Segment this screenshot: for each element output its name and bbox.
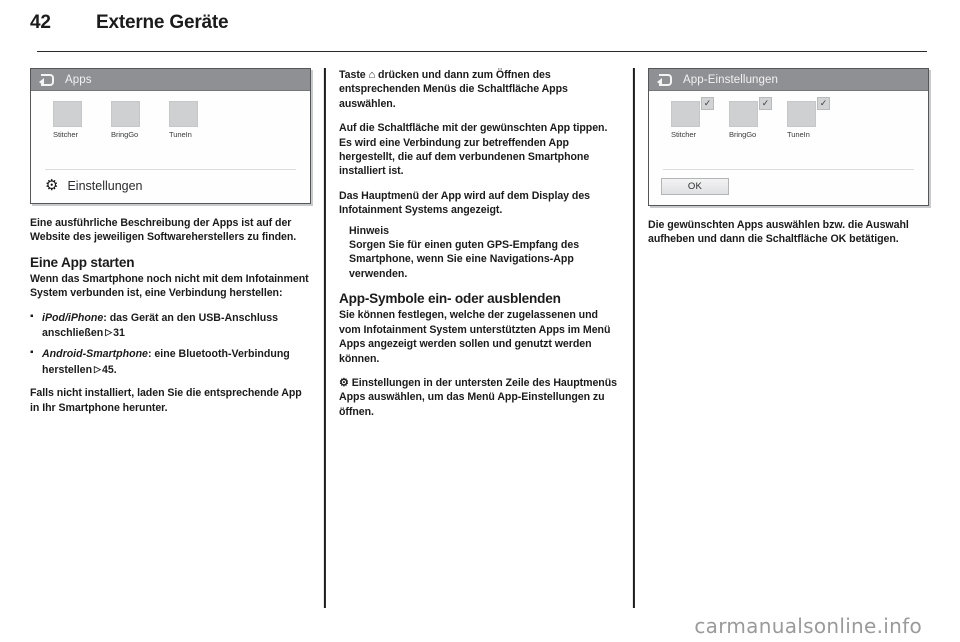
col2-heading-app-symbole: App-Symbole ein- oder ausblenden [339,291,561,307]
bullet-1-lead: iPod/iPhone [42,311,104,324]
app-icon-stitcher[interactable] [53,101,82,127]
content-columns: Apps Stitcher BringGo TuneIn ⚙ Einstellu… [30,68,930,608]
app-settings-grid-spacer [649,139,928,169]
back-arrow-icon[interactable] [657,74,672,86]
app-settings-item-tunein[interactable]: ✓ TuneIn [787,97,830,139]
app-label-tunein: TuneIn [169,130,192,139]
settings-row[interactable]: ⚙ Einstellungen [31,170,310,203]
bullet-2-lead: Android-Smartphone [42,348,148,361]
ok-row: OK [649,170,928,205]
page-ref-31-value: 31 [113,327,125,340]
settings-row-label: Einstellungen [67,178,143,193]
column-divider-1 [311,68,339,608]
col3-paragraph-1: Die gewünschten Apps auswählen bzw. die … [648,219,909,246]
col2-p1-before: Taste [339,69,369,81]
column-2: Taste ⌂ drücken und dann zum Öffnen des … [339,68,620,608]
app-settings-grid: ✓ Stitcher ✓ BringGo ✓ TuneIn [649,97,928,139]
bullet-android-smartphone: Android-Smartphone: eine Bluetooth-Verbi… [30,346,311,377]
col1-paragraph-3: Falls nicht installiert, laden Sie die e… [30,387,302,414]
app-label-stitcher: Stitcher [671,130,696,139]
col1-paragraph-2: Wenn das Smartphone noch nicht mit dem I… [30,272,309,300]
checkbox-tunein[interactable]: ✓ [817,97,830,110]
col2-paragraph-1: Taste ⌂ drücken und dann zum Öffnen des … [339,68,620,111]
column-3: App-Einstellungen ✓ Stitcher ✓ BringGo ✓… [648,68,929,608]
manual-page: 42 Externe Geräte Apps Stitcher BringGo … [0,0,960,642]
header-rule [37,51,927,52]
col2-paragraph-4: Sie können festlegen, welche der zugelas… [339,309,611,365]
note-block: Hinweis Sorgen Sie für einen guten GPS-E… [349,224,620,282]
checkbox-bringgo[interactable]: ✓ [759,97,772,110]
app-settings-titlebar: App-Einstellungen [649,69,928,91]
col1-bullet-list: iPod/iPhone: das Gerät an den USB-Anschl… [30,310,311,378]
app-label-bringgo: BringGo [111,130,139,139]
apps-screen-titlebar: Apps [31,69,310,91]
apps-screen-title: Apps [65,73,92,86]
app-settings-body: ✓ Stitcher ✓ BringGo ✓ TuneIn OK [649,91,928,205]
app-item-stitcher[interactable]: Stitcher [53,101,89,139]
app-settings-item-stitcher[interactable]: ✓ Stitcher [671,97,714,139]
figure-app-settings: App-Einstellungen ✓ Stitcher ✓ BringGo ✓… [648,68,929,206]
apps-grid-spacer [31,139,310,169]
bullet-ipod-iphone: iPod/iPhone: das Gerät an den USB-Anschl… [30,310,311,341]
app-icon-bringgo[interactable]: ✓ [729,97,772,127]
figure-apps-menu: Apps Stitcher BringGo TuneIn ⚙ Einstellu… [30,68,311,204]
column-1: Apps Stitcher BringGo TuneIn ⚙ Einstellu… [30,68,311,608]
gear-icon: ⚙ [45,177,59,194]
app-settings-title: App-Einstellungen [683,73,779,86]
footer-watermark: carmanualsonline.info [694,614,922,638]
apps-screen: Apps Stitcher BringGo TuneIn ⚙ Einstellu… [30,68,311,204]
app-item-bringgo[interactable]: BringGo [111,101,147,139]
app-label-stitcher: Stitcher [53,130,78,139]
column-divider-2 [620,68,648,608]
col1-heading-app-starten: Eine App starten [30,254,135,270]
note-title: Hinweis [349,224,390,237]
app-label-tunein: TuneIn [787,130,810,139]
note-body: Sorgen Sie für einen guten GPS-Empfang d… [349,239,580,280]
app-label-bringgo: BringGo [729,130,757,139]
gear-icon-inline: ⚙ [339,376,349,389]
page-ref-45: ▷45. [94,363,117,376]
app-item-tunein[interactable]: TuneIn [169,101,205,139]
col2-paragraph-3: Das Hauptmenü der App wird auf dem Displ… [339,189,591,217]
col2-paragraph-5: ⚙ Einstellungen in der untersten Zeile d… [339,376,620,419]
page-header: 42 Externe Geräte [30,12,930,46]
page-number: 42 [30,12,51,33]
app-icon-stitcher[interactable]: ✓ [671,97,714,127]
app-icon-tunein[interactable]: ✓ [787,97,830,127]
col2-p5-text: Einstellungen in der untersten Zeile des… [339,376,617,418]
back-arrow-icon[interactable] [39,74,54,86]
app-icon-tunein[interactable] [169,101,198,127]
page-title: Externe Geräte [96,12,229,33]
checkbox-stitcher[interactable]: ✓ [701,97,714,110]
page-ref-31: ▷31 [105,327,125,340]
apps-grid: Stitcher BringGo TuneIn [31,101,310,139]
ok-button[interactable]: OK [661,178,729,195]
col2-paragraph-2: Auf die Schaltfläche mit der gewünschten… [339,122,608,178]
col1-paragraph-1: Eine ausführliche Beschreibung der Apps … [30,217,297,244]
app-settings-item-bringgo[interactable]: ✓ BringGo [729,97,772,139]
app-icon-bringgo[interactable] [111,101,140,127]
app-settings-screen: App-Einstellungen ✓ Stitcher ✓ BringGo ✓… [648,68,929,206]
page-ref-45-value: 45. [101,363,117,376]
apps-screen-body: Stitcher BringGo TuneIn ⚙ Einstellungen [31,91,310,203]
